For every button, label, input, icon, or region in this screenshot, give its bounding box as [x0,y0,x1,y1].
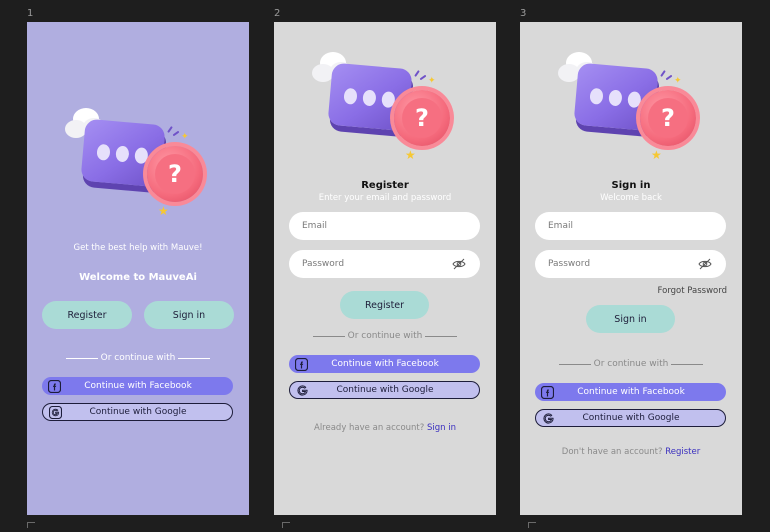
continue-google-button[interactable]: Continue with Google [289,381,480,399]
facebook-icon [295,357,308,371]
divider-text: Or continue with [593,359,669,369]
facebook-label: Continue with Facebook [331,359,439,369]
google-icon [49,405,62,419]
frame-label-1: 1 [27,8,34,19]
email-placeholder: Email [548,221,573,231]
register-screen: ? ✦ ★ Register Enter your email and pass… [274,22,496,515]
signin-prompt: Already have an account? Sign in [274,423,496,433]
facebook-label: Continue with Facebook [577,387,685,397]
continue-facebook-button[interactable]: Continue with Facebook [289,355,480,373]
frame-label-2: 2 [274,8,281,19]
continue-google-button[interactable]: Continue with Google [535,409,726,427]
continue-google-button[interactable]: Continue with Google [42,403,233,421]
google-label: Continue with Google [89,407,187,417]
continue-facebook-button[interactable]: Continue with Facebook [535,383,726,401]
tagline: Get the best help with Mauve! [73,243,203,253]
register-subtitle: Enter your email and password [318,193,452,203]
continue-facebook-button[interactable]: Continue with Facebook [42,377,233,395]
register-button[interactable]: Register [42,301,132,329]
email-field[interactable]: Email [535,212,726,240]
eye-off-icon[interactable] [698,258,712,270]
password-placeholder: Password [302,259,345,269]
register-prompt: Don't have an account? Register [520,447,742,457]
frame-corner-mark [528,522,536,528]
signin-link[interactable]: Sign in [427,423,456,433]
facebook-label: Continue with Facebook [84,381,192,391]
eye-off-icon[interactable] [452,258,466,270]
signin-subtitle: Welcome back [600,193,662,203]
google-label: Continue with Google [582,413,680,423]
frame-corner-mark [27,522,35,528]
chat-question-illustration: ? ✦ ★ [65,100,215,230]
signin-screen: ? ✦ ★ Sign in Welcome back Email Passwor… [520,22,742,515]
signin-title: Sign in [611,180,651,191]
facebook-icon [541,385,554,399]
google-label: Continue with Google [336,385,434,395]
divider-text: Or continue with [100,353,176,363]
register-submit-button[interactable]: Register [340,291,429,319]
chat-question-illustration: ? ✦ ★ [312,44,462,174]
password-placeholder: Password [548,259,591,269]
signin-submit-button[interactable]: Sign in [586,305,675,333]
frame-label-3: 3 [520,8,527,19]
register-link[interactable]: Register [665,447,700,457]
welcome-title: Welcome to MauveAi [79,272,197,283]
email-placeholder: Email [302,221,327,231]
google-icon [296,384,309,397]
google-icon [542,412,555,425]
facebook-icon [48,379,61,393]
email-field[interactable]: Email [289,212,480,240]
footer-prompt: Already have an account? [314,423,425,433]
password-field[interactable]: Password [535,250,726,278]
signin-button[interactable]: Sign in [144,301,234,329]
divider-text: Or continue with [347,331,423,341]
password-field[interactable]: Password [289,250,480,278]
or-continue-divider: Or continue with [274,331,496,341]
frame-corner-mark [282,522,290,528]
forgot-password-link[interactable]: Forgot Password [658,286,727,296]
chat-question-illustration: ? ✦ ★ [558,44,708,174]
or-continue-divider: Or continue with [27,353,249,363]
footer-prompt: Don't have an account? [561,447,663,457]
register-title: Register [361,180,409,191]
or-continue-divider: Or continue with [520,359,742,369]
welcome-screen: ? ✦ ★ Get the best help with Mauve! Welc… [27,22,249,515]
